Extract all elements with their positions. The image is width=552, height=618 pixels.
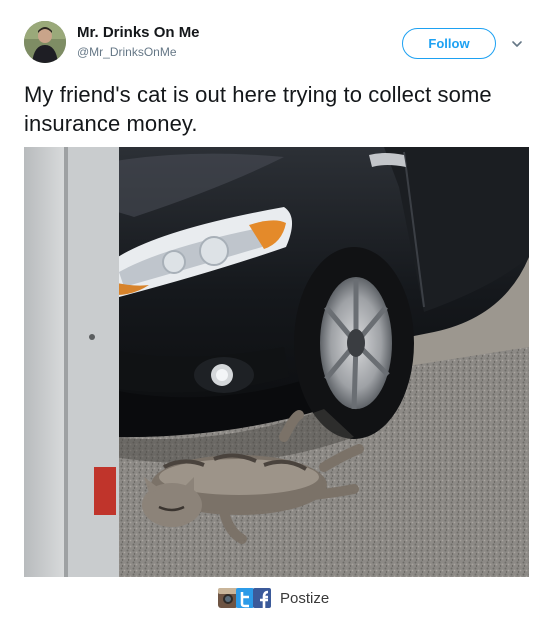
instagram-icon — [218, 588, 238, 608]
avatar[interactable] — [24, 21, 66, 63]
social-icons — [218, 588, 271, 608]
tweet-photo[interactable] — [24, 147, 529, 577]
cat-lying-under-car-photo — [24, 147, 529, 577]
chevron-down-icon[interactable] — [510, 37, 524, 51]
postize-watermark: Postize — [218, 586, 329, 610]
avatar-photo-icon — [24, 21, 66, 63]
postize-brand: Postize — [280, 589, 330, 607]
facebook-icon — [253, 588, 271, 608]
author-handle[interactable]: @Mr_DrinksOnMe — [77, 45, 177, 59]
tweet-text: My friend's cat is out here trying to co… — [24, 82, 492, 136]
twitter-icon — [236, 588, 254, 608]
follow-button[interactable]: Follow — [402, 28, 496, 59]
author-display-name[interactable]: Mr. Drinks On Me — [77, 24, 200, 41]
